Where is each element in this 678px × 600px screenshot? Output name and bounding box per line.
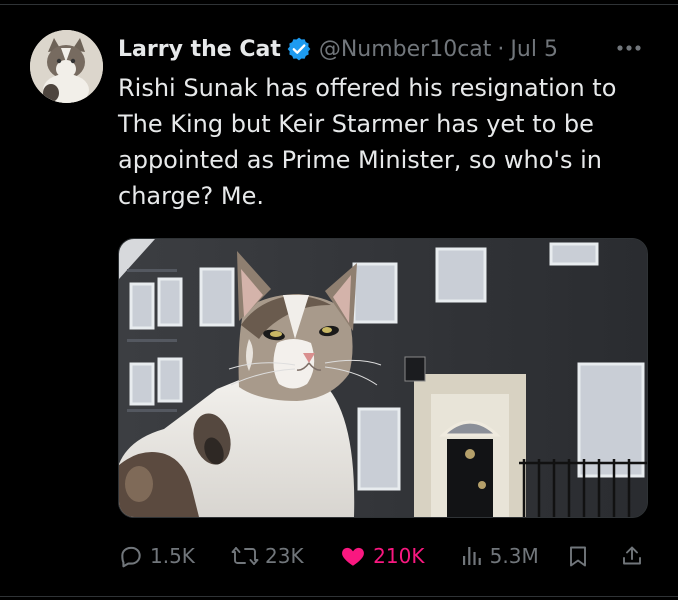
like-button[interactable]: 210K <box>339 543 447 569</box>
reply-count: 1.5K <box>150 544 195 568</box>
reply-button[interactable]: 1.5K <box>118 543 214 569</box>
more-icon[interactable] <box>612 35 646 61</box>
tweet-date[interactable]: Jul 5 <box>510 37 558 62</box>
bookmark-icon <box>570 546 586 567</box>
share-icon <box>623 546 641 565</box>
repost-icon <box>231 547 259 565</box>
bottom-divider <box>0 596 678 597</box>
top-divider <box>0 4 678 5</box>
avatar[interactable] <box>30 30 103 103</box>
share-button[interactable] <box>620 542 644 570</box>
heart-icon <box>342 547 365 566</box>
analytics-icon <box>462 547 481 565</box>
repost-button[interactable]: 23K <box>231 543 323 569</box>
views-button[interactable]: 5.3M <box>460 543 548 569</box>
like-count: 210K <box>373 544 425 568</box>
bookmark-button[interactable] <box>566 542 590 570</box>
handle[interactable]: @Number10cat <box>319 37 492 62</box>
cat-avatar-icon <box>30 30 103 103</box>
views-count: 5.3M <box>489 544 539 568</box>
display-name[interactable]: Larry the Cat <box>118 37 281 62</box>
tweet-photo[interactable] <box>118 238 648 518</box>
tweet-actions: 1.5K 23K 210K 5.3M <box>118 538 644 574</box>
reply-icon <box>121 546 141 568</box>
cat-photo-image <box>119 239 647 517</box>
more-dots-icon <box>617 45 641 51</box>
repost-count: 23K <box>265 544 304 568</box>
tweet-header: Larry the Cat @Number10cat · Jul 5 <box>118 33 558 65</box>
separator-dot: · <box>497 36 505 62</box>
tweet-text: Rishi Sunak has offered his resignation … <box>118 74 617 210</box>
verified-badge-icon[interactable] <box>286 36 312 62</box>
